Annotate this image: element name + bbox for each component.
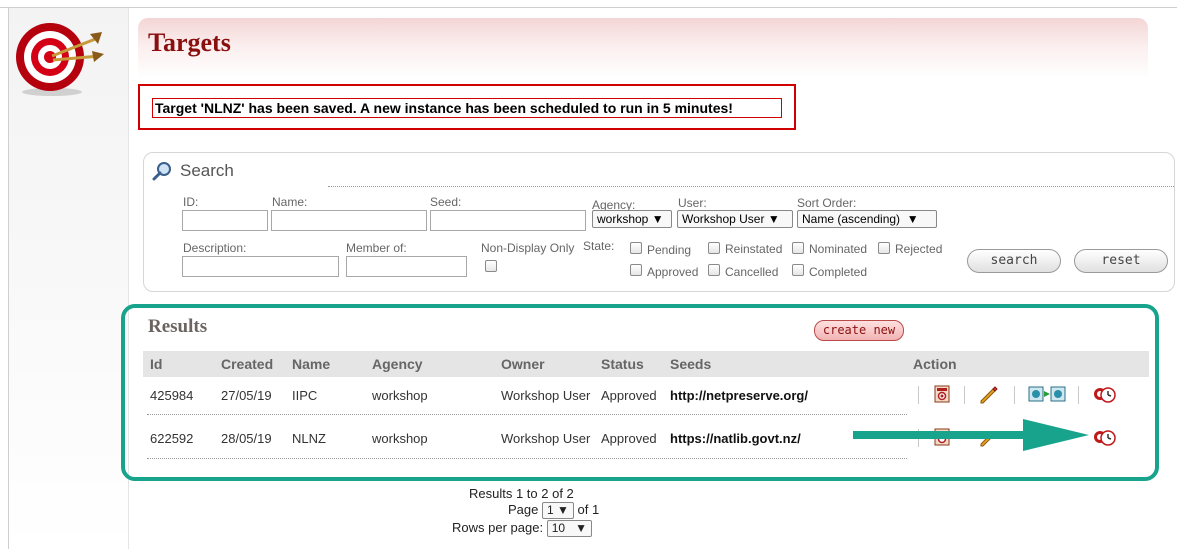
row-divider — [147, 458, 907, 459]
status-message: Target 'NLNZ' has been saved. A new inst… — [152, 98, 782, 118]
col-header-status: Status — [601, 356, 644, 372]
cell-seed-link[interactable]: http://netpreserve.org/ — [670, 388, 808, 403]
sort-order-value: Name (ascending) — [802, 212, 901, 226]
cell-status: Approved — [601, 431, 657, 446]
action-separator — [964, 386, 965, 404]
schedule-clock-icon[interactable] — [1093, 428, 1117, 446]
target-logo-icon — [16, 23, 104, 96]
page-title: Targets — [148, 28, 231, 57]
col-header-owner: Owner — [501, 356, 545, 372]
state-approved-label: Approved — [647, 265, 699, 279]
non-display-label: Non-Display Only — [481, 241, 575, 255]
page-of-label: of 1 — [577, 502, 600, 517]
cell-agency: workshop — [372, 431, 428, 446]
user-select-value: Workshop User — [682, 212, 765, 226]
state-cancelled-checkbox[interactable] — [708, 264, 720, 276]
create-new-button[interactable]: create new — [814, 320, 904, 341]
seed-input[interactable] — [430, 210, 586, 231]
rows-per-page-label: Rows per page: — [452, 520, 544, 535]
search-button[interactable]: search — [967, 249, 1061, 273]
row-divider — [147, 414, 907, 415]
sort-order-label: Sort Order: — [797, 196, 857, 210]
cell-seed-link[interactable]: https://natlib.govt.nz/ — [670, 431, 801, 446]
col-header-name: Name — [292, 356, 331, 372]
results-summary: Results 1 to 2 of 2 — [469, 486, 574, 501]
cell-owner: Workshop User — [501, 431, 591, 446]
state-cancelled-label: Cancelled — [725, 265, 779, 279]
cell-created: 27/05/19 — [221, 388, 272, 403]
status-message-box: Target 'NLNZ' has been saved. A new inst… — [138, 84, 796, 130]
name-input[interactable] — [271, 210, 427, 231]
id-input[interactable] — [182, 210, 268, 231]
state-pending-label: Pending — [647, 243, 692, 257]
schedule-clock-icon[interactable] — [1093, 385, 1117, 403]
user-select[interactable]: Workshop User ▼ — [677, 210, 793, 228]
action-separator — [1014, 386, 1015, 404]
state-approved-checkbox[interactable] — [630, 264, 642, 276]
cell-name: IIPC — [292, 388, 318, 403]
non-display-checkbox[interactable] — [485, 260, 497, 272]
cell-owner: Workshop User — [501, 388, 591, 403]
cell-id: 622592 — [150, 431, 194, 446]
state-label: State: — [583, 239, 615, 253]
cell-created: 28/05/19 — [221, 431, 272, 446]
page-control: Page 1 ▼ of 1 — [508, 502, 600, 520]
cell-status: Approved — [601, 388, 657, 403]
agency-select[interactable]: workshop ▼ — [592, 210, 672, 228]
action-separator — [1078, 386, 1079, 404]
view-target-icon[interactable] — [934, 385, 950, 403]
rows-per-page-value: 10 — [551, 521, 566, 536]
cell-agency: workshop — [372, 388, 428, 403]
state-completed-label: Completed — [809, 265, 868, 279]
id-label: ID: — [183, 195, 199, 209]
search-header: Search — [152, 159, 234, 183]
col-header-created: Created — [221, 356, 274, 372]
reset-button[interactable]: reset — [1074, 249, 1168, 273]
results-title: Results — [148, 316, 208, 337]
edit-pencil-icon[interactable] — [979, 385, 999, 405]
state-reinstated-label: Reinstated — [725, 242, 783, 256]
rows-per-page-select[interactable]: 10 ▼ — [546, 520, 592, 538]
description-input[interactable] — [182, 256, 339, 277]
col-header-action: Action — [913, 356, 957, 372]
member-of-input[interactable] — [346, 256, 467, 277]
chevron-down-icon: ▼ — [651, 212, 664, 226]
sort-order-select[interactable]: Name (ascending) ▼ — [797, 210, 937, 228]
chevron-down-icon: ▼ — [557, 503, 569, 518]
window-top-border — [0, 7, 1177, 8]
annotation-arrow-icon — [853, 419, 1089, 451]
page-label: Page — [508, 502, 539, 517]
chevron-down-icon: ▼ — [767, 212, 780, 226]
search-icon — [152, 162, 171, 181]
chevron-down-icon: ▼ — [906, 212, 919, 226]
rows-per-page-control: Rows per page: 10 ▼ — [452, 520, 592, 538]
col-header-seeds: Seeds — [670, 356, 712, 372]
col-header-id: Id — [150, 356, 163, 372]
copy-target-icon[interactable] — [1028, 386, 1066, 403]
state-pending-checkbox[interactable] — [630, 242, 642, 254]
search-title: Search — [180, 161, 234, 180]
col-header-agency: Agency — [372, 356, 423, 372]
description-label: Description: — [183, 241, 247, 255]
user-label: User: — [678, 196, 707, 210]
cell-name: NLNZ — [292, 431, 326, 446]
search-divider — [328, 186, 1174, 187]
chevron-down-icon: ▼ — [575, 521, 587, 536]
action-separator — [918, 386, 919, 404]
state-rejected-checkbox[interactable] — [878, 242, 890, 254]
state-reinstated-checkbox[interactable] — [708, 242, 720, 254]
cell-id: 425984 — [150, 388, 194, 403]
agency-select-value: workshop — [597, 212, 649, 226]
state-completed-checkbox[interactable] — [792, 264, 804, 276]
name-label: Name: — [272, 195, 308, 209]
state-nominated-label: Nominated — [809, 242, 868, 256]
state-nominated-checkbox[interactable] — [792, 242, 804, 254]
seed-label: Seed: — [430, 195, 462, 209]
state-rejected-label: Rejected — [895, 242, 943, 256]
member-of-label: Member of: — [346, 241, 407, 255]
page-select[interactable]: 1 ▼ — [542, 502, 574, 520]
page-select-value: 1 — [547, 503, 554, 518]
